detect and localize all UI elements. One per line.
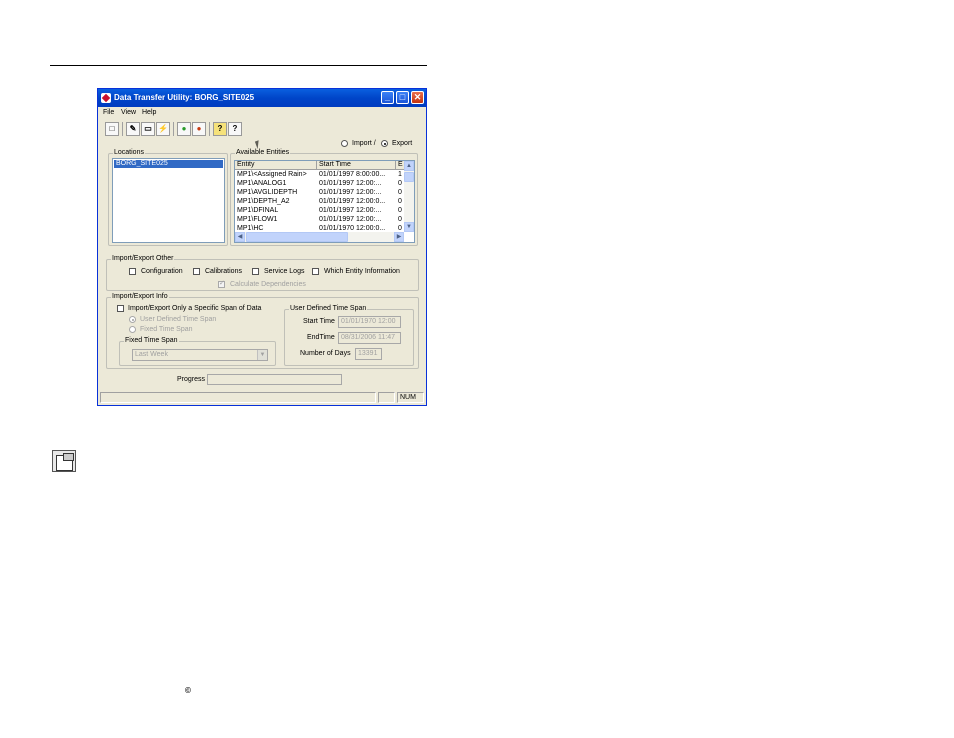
entities-grid[interactable]: Entity Start Time E MP1\<Assigned Rain> …: [234, 160, 415, 243]
calibrations-checkbox[interactable]: [193, 268, 200, 275]
toolbar-separator: [209, 122, 210, 136]
entities-group: Available Entities Entity Start Time E M…: [230, 149, 418, 246]
specific-span-checkbox[interactable]: [117, 305, 124, 312]
window-icon[interactable]: ▭: [141, 122, 155, 136]
locations-group: Locations BORG_SITE025: [108, 149, 228, 246]
fixed-option-label: Fixed Time Span: [140, 326, 193, 333]
title-bar[interactable]: Data Transfer Utility: BORG_SITE025 _ □ …: [98, 89, 426, 107]
configuration-label: Configuration: [141, 268, 183, 275]
import-radio[interactable]: [341, 140, 348, 147]
locations-label: Locations: [113, 149, 145, 156]
start-time-input[interactable]: 01/01/1970 12:00: [338, 316, 401, 328]
menu-help[interactable]: Help: [142, 109, 156, 116]
column-header-entity[interactable]: Entity: [235, 161, 317, 170]
number-of-days-label: Number of Days: [300, 350, 351, 357]
vertical-scrollbar[interactable]: ▲ ▼: [404, 161, 414, 232]
minimize-button[interactable]: _: [381, 91, 394, 104]
fixed-span-select[interactable]: Last Week ▼: [132, 349, 268, 361]
configuration-checkbox[interactable]: [129, 268, 136, 275]
status-cell-main: [100, 392, 376, 403]
horizontal-scrollbar[interactable]: ◀ ▶: [235, 232, 404, 242]
table-cell[interactable]: 01/01/1997 12:00:...: [317, 215, 396, 224]
table-cell[interactable]: 01/01/1997 12:00:0...: [317, 197, 396, 206]
service-logs-checkbox[interactable]: [252, 268, 259, 275]
menu-file[interactable]: File: [103, 109, 114, 116]
user-span-group-label: User Defined Time Span: [289, 305, 368, 312]
table-cell[interactable]: MP1\<Assigned Rain>: [235, 170, 317, 179]
table-cell[interactable]: MP1\FLOW1: [235, 215, 317, 224]
fixed-span-group: Fixed Time Span Last Week ▼: [119, 337, 276, 366]
context-help-icon[interactable]: ?: [228, 122, 242, 136]
toolbar-separator: [173, 122, 174, 136]
scroll-left-icon[interactable]: ◀: [235, 232, 245, 242]
status-cell-blank: [378, 392, 395, 403]
user-defined-radio[interactable]: [129, 316, 136, 323]
number-of-days-input[interactable]: 13391: [355, 348, 382, 360]
fixed-span-value: Last Week: [135, 351, 168, 358]
table-cell[interactable]: MP1\DFINAL: [235, 206, 317, 215]
maximize-button[interactable]: □: [396, 91, 409, 104]
chevron-down-icon[interactable]: ▼: [257, 350, 267, 360]
new-icon[interactable]: □: [105, 122, 119, 136]
close-button[interactable]: ✕: [411, 91, 424, 104]
app-icon: [101, 93, 111, 103]
end-time-input[interactable]: 08/31/2006 11:47: [338, 332, 401, 344]
fixed-span-group-label: Fixed Time Span: [124, 337, 179, 344]
column-header-start-time[interactable]: Start Time: [317, 161, 396, 170]
progress-bar: [207, 374, 342, 385]
go-icon[interactable]: ●: [177, 122, 191, 136]
menu-view[interactable]: View: [121, 109, 136, 116]
properties-note-icon: [52, 450, 76, 472]
calibrations-label: Calibrations: [205, 268, 242, 275]
locations-list[interactable]: BORG_SITE025: [112, 158, 225, 243]
which-entity-checkbox[interactable]: [312, 268, 319, 275]
entities-label: Available Entities: [235, 149, 291, 156]
table-cell[interactable]: 01/01/1997 12:00:...: [317, 206, 396, 215]
calculate-dependencies-label: Calculate Dependencies: [230, 281, 306, 288]
info-label: Import/Export Info: [111, 293, 169, 300]
scroll-right-icon[interactable]: ▶: [394, 232, 404, 242]
scroll-up-icon[interactable]: ▲: [404, 161, 414, 171]
list-item[interactable]: BORG_SITE025: [114, 160, 223, 168]
fixed-span-radio[interactable]: [129, 326, 136, 333]
calculate-dependencies-checkbox[interactable]: [218, 279, 225, 288]
help-icon[interactable]: ?: [213, 122, 227, 136]
status-bar: NUM: [100, 392, 424, 403]
lightning-icon[interactable]: ⚡: [156, 122, 170, 136]
progress-label: Progress: [177, 376, 206, 383]
toolbar-separator: [122, 122, 123, 136]
table-cell[interactable]: 01/01/1997 8:00:00...: [317, 170, 396, 179]
end-time-label: EndTime: [307, 334, 335, 341]
table-cell[interactable]: 01/01/1997 12:00:...: [317, 179, 396, 188]
app-window: Data Transfer Utility: BORG_SITE025 _ □ …: [97, 88, 427, 406]
menu-bar: File View Help: [98, 108, 426, 119]
export-label: Export: [392, 140, 413, 147]
table-cell[interactable]: MP1\AVGLIDEPTH: [235, 188, 317, 197]
scroll-down-icon[interactable]: ▼: [404, 222, 414, 232]
status-num: NUM: [397, 392, 424, 403]
which-entity-label: Which Entity Information: [324, 268, 400, 275]
scroll-thumb[interactable]: [246, 232, 348, 242]
table-cell[interactable]: 01/01/1997 12:00:...: [317, 188, 396, 197]
info-group: Import/Export Info Import/Export Only a …: [106, 293, 419, 369]
page-rule: [50, 65, 427, 66]
window-title: Data Transfer Utility: BORG_SITE025: [114, 93, 255, 102]
other-group: Import/Export Other Configuration Calibr…: [106, 255, 419, 291]
user-span-group: User Defined Time Span Start Time 01/01/…: [284, 305, 414, 366]
copyright-mark: ©: [185, 686, 191, 695]
import-label: Import /: [352, 140, 376, 147]
toolbar: □ ✎ ▭ ⚡ ● ● ? ?: [101, 122, 425, 138]
start-time-label: Start Time: [303, 318, 335, 325]
other-label: Import/Export Other: [111, 255, 175, 262]
table-cell[interactable]: MP1\ANALOG1: [235, 179, 317, 188]
properties-icon[interactable]: ✎: [126, 122, 140, 136]
table-cell[interactable]: MP1\DEPTH_A2: [235, 197, 317, 206]
scroll-thumb[interactable]: [404, 172, 414, 182]
export-radio[interactable]: [381, 140, 388, 147]
user-defined-option-label: User Defined Time Span: [140, 316, 217, 323]
stop-icon[interactable]: ●: [192, 122, 206, 136]
specific-span-label: Import/Export Only a Specific Span of Da…: [128, 305, 262, 312]
service-logs-label: Service Logs: [264, 268, 305, 275]
